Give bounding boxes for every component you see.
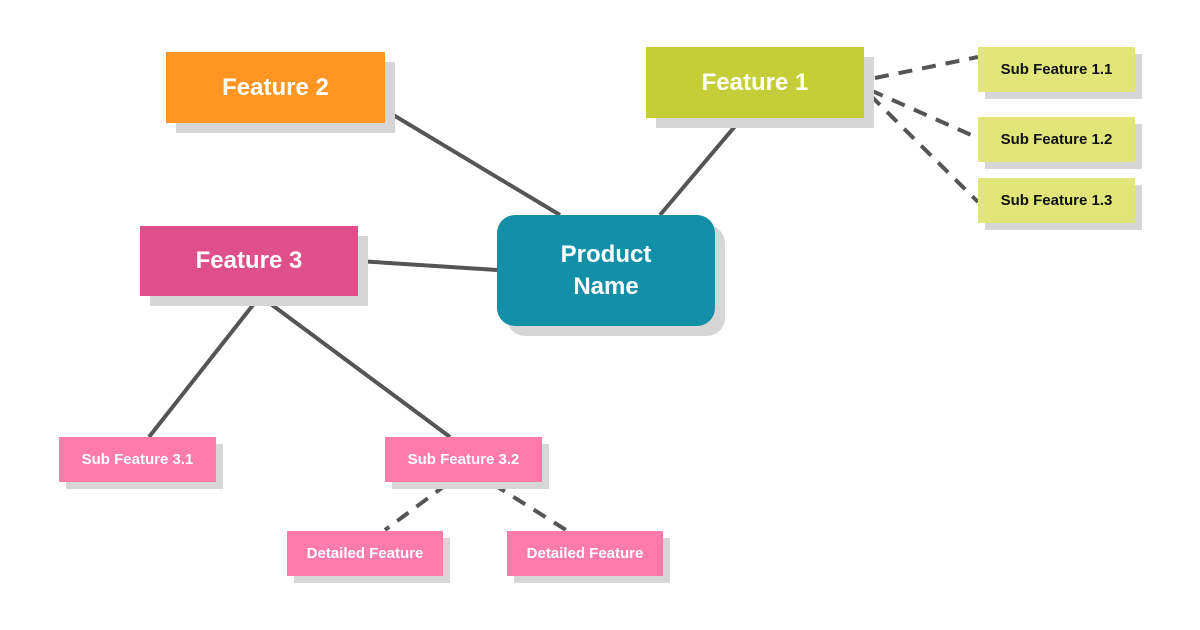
- sub-feature-3-2-node[interactable]: Sub Feature 3.2: [385, 437, 542, 482]
- sub-feature-3-1-node[interactable]: Sub Feature 3.1: [59, 437, 216, 482]
- detailed-feature-1-node[interactable]: Detailed Feature: [287, 531, 443, 576]
- sub-feature-1-3-label: Sub Feature 1.3: [1000, 192, 1113, 209]
- connector-feature1-sub12: [869, 88, 979, 140]
- sub-feature-1-2-node[interactable]: Sub Feature 1.2: [978, 117, 1135, 162]
- detailed-feature-2-node[interactable]: Detailed Feature: [507, 531, 663, 576]
- sub-feature-3-2-label: Sub Feature 3.2: [407, 451, 520, 468]
- connector-feature1-sub13: [868, 93, 980, 204]
- feature-2-node[interactable]: Feature 2: [166, 52, 385, 123]
- detailed-feature-1-label: Detailed Feature: [306, 545, 424, 562]
- sub-feature-1-1-node[interactable]: Sub Feature 1.1: [978, 47, 1135, 92]
- connector-feature1-product: [658, 116, 744, 217]
- detailed-feature-2-label: Detailed Feature: [526, 545, 644, 562]
- sub-feature-1-1-label: Sub Feature 1.1: [1000, 61, 1113, 78]
- feature-3-node[interactable]: Feature 3: [140, 226, 358, 296]
- feature-1-label: Feature 1: [701, 68, 809, 96]
- connector-sub32-detailed1: [383, 482, 449, 532]
- sub-feature-1-2-label: Sub Feature 1.2: [1000, 131, 1113, 148]
- connector-feature3-sub32: [258, 294, 452, 439]
- connector-feature2-product: [383, 108, 562, 217]
- sub-feature-1-3-node[interactable]: Sub Feature 1.3: [978, 178, 1135, 223]
- connector-feature3-product: [357, 259, 498, 272]
- product-label: Product Name: [560, 240, 652, 300]
- sub-feature-3-1-label: Sub Feature 3.1: [81, 451, 194, 468]
- feature-1-node[interactable]: Feature 1: [646, 47, 864, 118]
- feature-2-label: Feature 2: [222, 73, 329, 101]
- feature-3-label: Feature 3: [195, 247, 303, 274]
- connector-feature1-sub11: [874, 55, 979, 80]
- connector-feature3-sub31: [147, 294, 262, 439]
- connector-sub32-detailed2: [491, 482, 568, 532]
- product-node[interactable]: Product Name: [497, 215, 715, 326]
